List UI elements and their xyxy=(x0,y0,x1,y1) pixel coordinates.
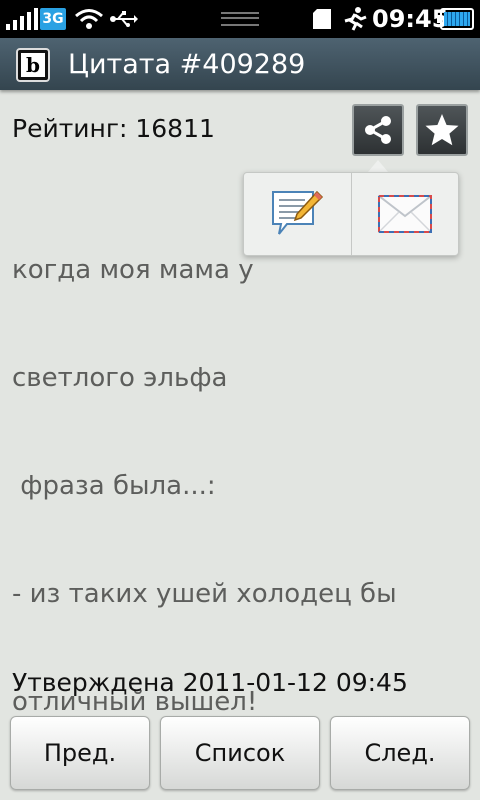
list-button[interactable]: Список xyxy=(160,716,320,790)
status-bar: 3G 09:45 xyxy=(0,0,480,38)
share-note-button[interactable] xyxy=(244,173,351,255)
signal-icon xyxy=(6,8,38,30)
quote-line: светлого эльфа xyxy=(12,363,228,393)
note-pencil-icon xyxy=(272,190,324,235)
popup-pointer xyxy=(368,160,388,172)
title-bar: b Цитата #409289 xyxy=(0,38,480,90)
quote-line: когда моя мама у xyxy=(12,255,254,285)
favorite-button[interactable] xyxy=(416,104,468,156)
app-logo: b xyxy=(16,48,50,82)
star-icon xyxy=(425,114,459,146)
prev-button[interactable]: Пред. xyxy=(10,716,150,790)
share-icon xyxy=(365,116,391,144)
approved-date: Утверждена 2011-01-12 09:45 xyxy=(12,668,408,697)
sd-card-icon xyxy=(313,9,331,29)
usb-icon xyxy=(110,11,138,27)
quote-line: фраза была...: xyxy=(12,471,216,501)
envelope-icon xyxy=(377,195,432,233)
share-email-button[interactable] xyxy=(350,173,459,255)
share-popup xyxy=(243,172,459,256)
battery-icon xyxy=(437,8,474,30)
share-button[interactable] xyxy=(352,104,404,156)
quote-line: - из таких ушей холодец бы xyxy=(12,579,397,609)
network-badge: 3G xyxy=(40,8,66,30)
notification-handle-icon[interactable] xyxy=(221,12,259,26)
next-button[interactable]: След. xyxy=(330,716,470,790)
app-logo-letter: b xyxy=(21,53,45,77)
rating-text: Рейтинг: 16811 xyxy=(12,114,215,143)
page-title: Цитата #409289 xyxy=(68,48,306,80)
wifi-icon xyxy=(75,9,103,29)
running-man-icon xyxy=(344,7,367,31)
